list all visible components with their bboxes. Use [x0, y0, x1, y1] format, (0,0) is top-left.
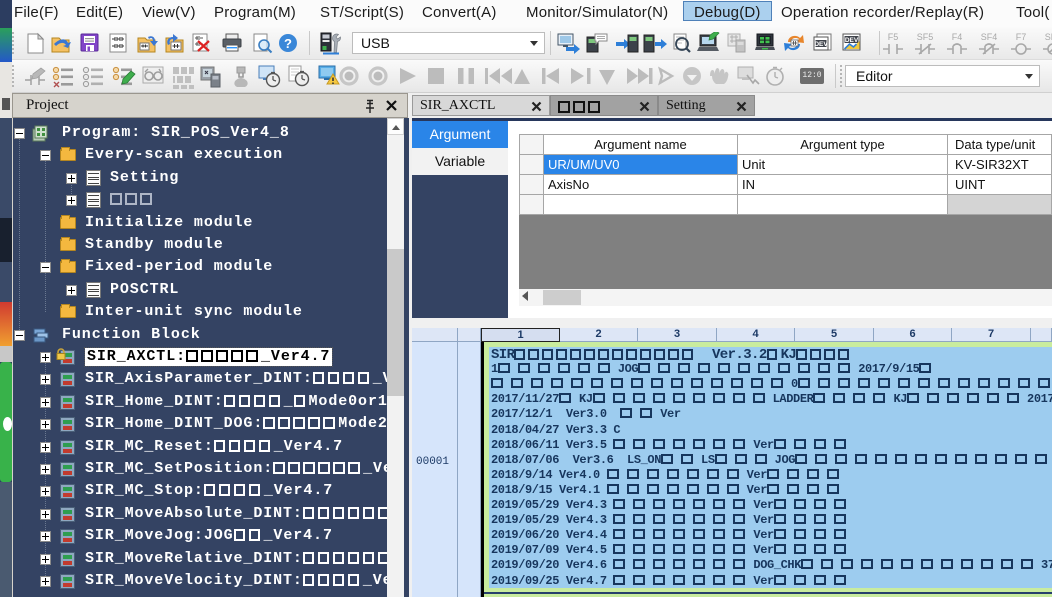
svg-text:SF5: SF5 — [917, 32, 934, 42]
svg-text:SF7: SF7 — [1045, 32, 1052, 42]
svg-text:DEV: DEV — [814, 41, 828, 48]
svg-text:F4: F4 — [952, 32, 963, 42]
svg-text:?: ? — [284, 36, 292, 51]
svg-text:SF4: SF4 — [981, 32, 998, 42]
svg-text:F5: F5 — [888, 32, 899, 42]
svg-text:F7: F7 — [1016, 32, 1027, 42]
svg-text:DEV: DEV — [845, 37, 859, 44]
